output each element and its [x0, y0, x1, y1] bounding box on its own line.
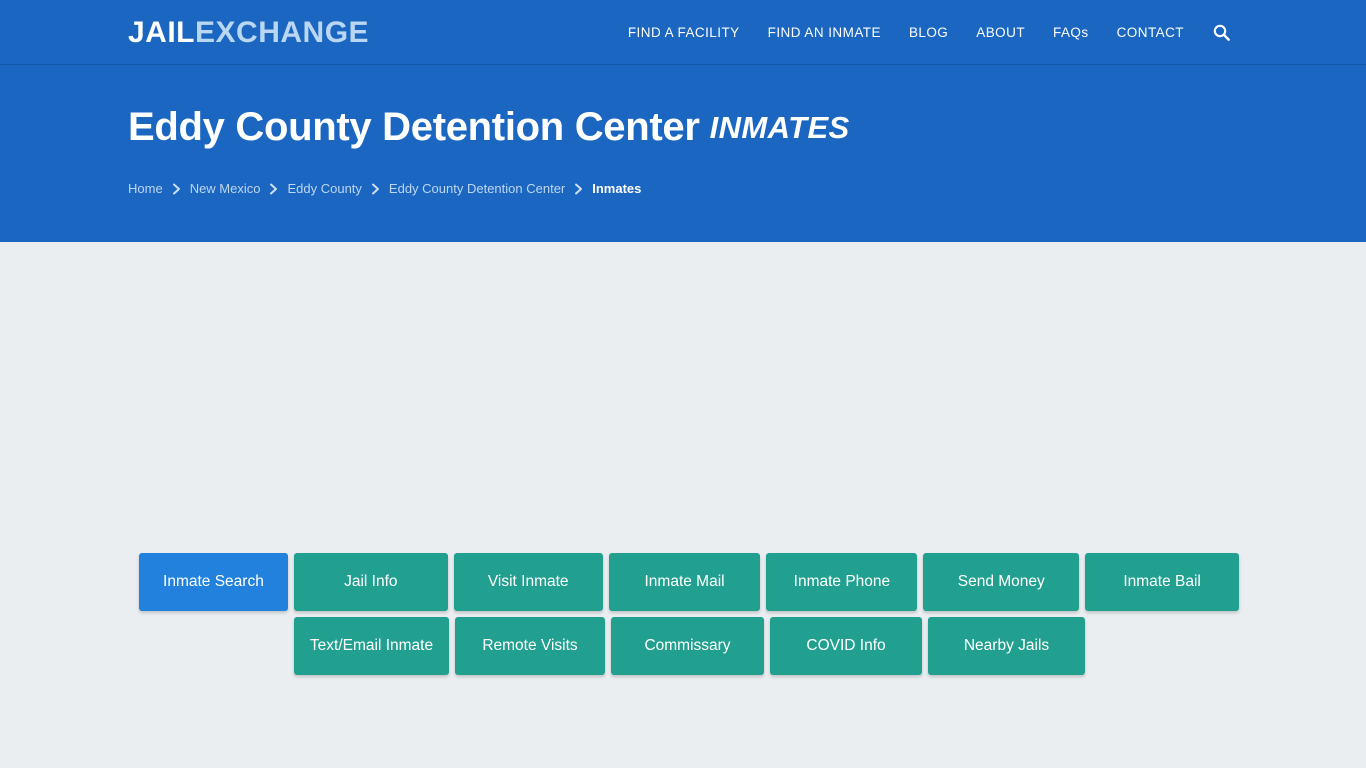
- nav-about[interactable]: ABOUT: [962, 0, 1039, 65]
- tab-inmate-phone[interactable]: Inmate Phone: [766, 553, 918, 611]
- tab-send-money[interactable]: Send Money: [923, 553, 1080, 611]
- chevron-right-icon: [371, 183, 380, 195]
- tab-nearby-jails[interactable]: Nearby Jails: [928, 617, 1085, 675]
- search-icon: [1213, 24, 1230, 41]
- breadcrumb: Home New Mexico Eddy County Eddy County …: [128, 180, 1238, 198]
- breadcrumb-item-eddy-county-detention-center[interactable]: Eddy County Detention Center: [389, 180, 565, 198]
- search-toggle-button[interactable]: [1204, 0, 1238, 65]
- tab-commissary[interactable]: Commissary: [611, 617, 764, 675]
- nav-blog[interactable]: BLOG: [895, 0, 962, 65]
- tab-text-email-inmate[interactable]: Text/Email Inmate: [294, 617, 449, 675]
- tab-remote-visits[interactable]: Remote Visits: [455, 617, 605, 675]
- site-logo[interactable]: JAILEXCHANGE: [128, 17, 369, 49]
- page-title-suffix: INMATES: [709, 110, 850, 145]
- page-title-main: Eddy County Detention Center: [128, 105, 700, 149]
- chevron-right-icon: [269, 183, 278, 195]
- breadcrumb-item-new-mexico[interactable]: New Mexico: [190, 180, 261, 198]
- chevron-right-icon: [574, 183, 583, 195]
- hero-inner: Eddy County Detention Center INMATES Home…: [128, 65, 1238, 198]
- facility-tabs-row-1: Inmate Search Jail Info Visit Inmate Inm…: [139, 553, 1240, 611]
- facility-tabs-row-2: Text/Email Inmate Remote Visits Commissa…: [294, 617, 1239, 675]
- breadcrumb-item-inmates: Inmates: [592, 181, 642, 196]
- breadcrumb-item-home[interactable]: Home: [128, 180, 163, 198]
- tab-jail-info[interactable]: Jail Info: [293, 553, 448, 611]
- site-header: JAILEXCHANGE FIND A FACILITY FIND AN INM…: [0, 0, 1366, 65]
- logo-text-exchange: EXCHANGE: [195, 16, 370, 49]
- main-content: Inmate Search Jail Info Visit Inmate Inm…: [0, 242, 1366, 768]
- tab-inmate-mail[interactable]: Inmate Mail: [608, 553, 761, 611]
- tab-inmate-bail[interactable]: Inmate Bail: [1085, 553, 1240, 611]
- facility-tabs: Inmate Search Jail Info Visit Inmate Inm…: [139, 553, 1240, 681]
- page-hero: Eddy County Detention Center INMATES Home…: [0, 65, 1366, 242]
- breadcrumb-item-eddy-county[interactable]: Eddy County: [287, 180, 361, 198]
- tab-covid-info[interactable]: COVID Info: [770, 617, 922, 675]
- tab-visit-inmate[interactable]: Visit Inmate: [453, 553, 603, 611]
- nav-find-an-inmate[interactable]: FIND AN INMATE: [754, 0, 895, 65]
- nav-contact[interactable]: CONTACT: [1103, 0, 1198, 65]
- logo-text-jail: JAIL: [128, 16, 196, 49]
- chevron-right-icon: [172, 183, 181, 195]
- advertisement-slot: [128, 242, 1238, 532]
- tab-inmate-search[interactable]: Inmate Search: [139, 553, 288, 611]
- main-navigation: FIND A FACILITY FIND AN INMATE BLOG ABOU…: [614, 0, 1238, 65]
- nav-find-a-facility[interactable]: FIND A FACILITY: [614, 0, 754, 65]
- nav-faqs[interactable]: FAQs: [1039, 0, 1103, 65]
- page-title: Eddy County Detention Center INMATES: [128, 103, 1238, 152]
